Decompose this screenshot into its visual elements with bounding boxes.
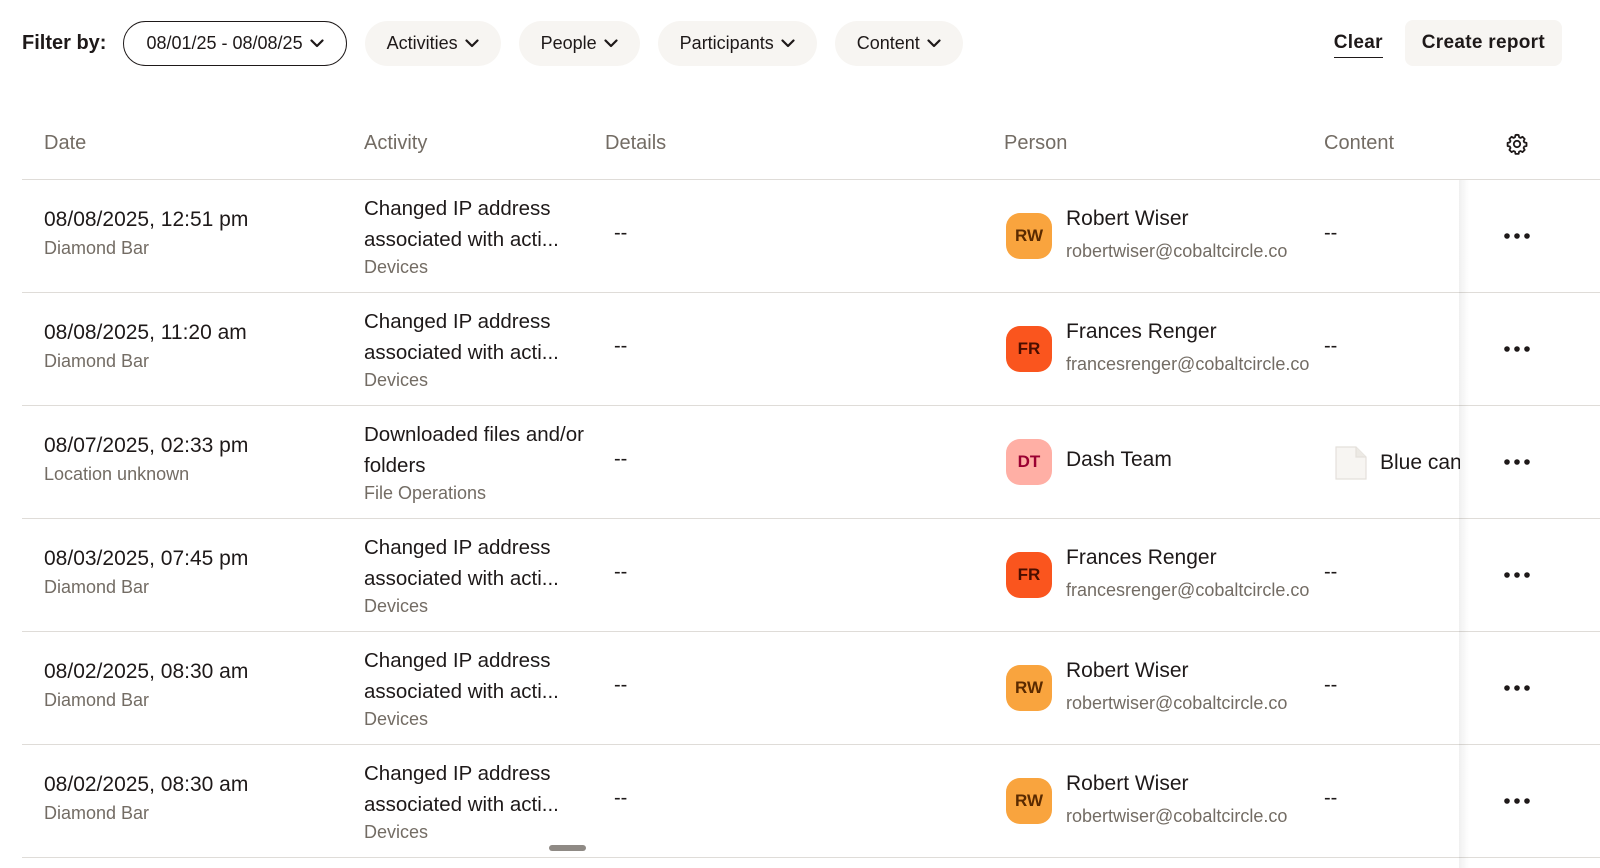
chevron-down-icon — [781, 36, 795, 50]
column-header-person[interactable]: Person — [1004, 132, 1067, 155]
row-details: -- — [614, 335, 628, 357]
column-header-details[interactable]: Details — [605, 132, 666, 155]
row-details: -- — [614, 674, 628, 696]
date-range-label: 08/01/25 - 08/08/25 — [146, 32, 303, 53]
file-icon — [1334, 445, 1368, 481]
more-options-icon[interactable] — [1502, 789, 1532, 813]
avatar: RW — [1006, 213, 1052, 259]
table-header: Date Activity Details Person Content — [22, 106, 1600, 180]
row-activity-category: Devices — [364, 596, 429, 616]
row-activity: Changed IP address associated with acti.… — [364, 197, 559, 251]
more-options-icon[interactable] — [1502, 676, 1532, 700]
person-name[interactable]: Frances Renger — [1066, 320, 1217, 344]
row-activity-category: Devices — [364, 709, 429, 729]
person-email: robertwiser@cobaltcircle.co — [1066, 693, 1288, 713]
row-date: 08/03/2025, 07:45 pm — [44, 547, 249, 570]
row-activity: Changed IP address associated with acti.… — [364, 762, 559, 816]
avatar: FR — [1006, 326, 1052, 372]
participants-filter-label: Participants — [679, 32, 774, 53]
person-email: francesrenger@cobaltcircle.co — [1066, 580, 1310, 600]
more-options-icon[interactable] — [1502, 337, 1532, 361]
row-content: -- — [1324, 674, 1338, 696]
person-name[interactable]: Robert Wiser — [1066, 772, 1189, 796]
table-row[interactable]: 08/02/2025, 08:30 am Diamond Bar Changed… — [22, 745, 1600, 858]
content-file-link[interactable]: Blue can — [1334, 444, 1460, 482]
content-filter-label: Content — [856, 32, 920, 53]
avatar: RW — [1006, 778, 1052, 824]
participants-filter[interactable]: Participants — [657, 20, 817, 66]
person-name[interactable]: Robert Wiser — [1066, 659, 1189, 683]
table-row[interactable]: 08/08/2025, 12:51 pm Diamond Bar Changed… — [22, 180, 1600, 293]
row-activity-category: File Operations — [364, 483, 487, 503]
people-filter[interactable]: People — [518, 20, 640, 66]
activities-filter[interactable]: Activities — [364, 20, 501, 66]
person-name[interactable]: Frances Renger — [1066, 546, 1217, 570]
row-content: -- — [1324, 787, 1338, 809]
person-email: robertwiser@cobaltcircle.co — [1066, 241, 1288, 261]
people-filter-label: People — [540, 32, 597, 53]
row-activity-category: Devices — [364, 257, 429, 277]
row-content: -- — [1324, 561, 1338, 583]
row-details: -- — [614, 561, 628, 583]
scroll-handle[interactable] — [549, 845, 586, 851]
more-options-icon[interactable] — [1502, 563, 1532, 587]
row-activity: Changed IP address associated with acti.… — [364, 536, 559, 590]
row-location: Diamond Bar — [44, 351, 150, 371]
sticky-column-shadow — [1459, 180, 1469, 868]
avatar: DT — [1006, 439, 1052, 485]
row-location: Location unknown — [44, 464, 190, 484]
row-location: Diamond Bar — [44, 238, 150, 258]
column-header-activity[interactable]: Activity — [364, 132, 427, 155]
table-row[interactable]: 08/02/2025, 08:30 am Diamond Bar Changed… — [22, 632, 1600, 745]
row-date: 08/07/2025, 02:33 pm — [44, 434, 249, 457]
person-email: francesrenger@cobaltcircle.co — [1066, 354, 1310, 374]
row-location: Diamond Bar — [44, 577, 150, 597]
chevron-down-icon — [927, 36, 941, 50]
more-options-icon[interactable] — [1502, 450, 1532, 474]
row-details: -- — [614, 222, 628, 244]
row-location: Diamond Bar — [44, 803, 150, 823]
chevron-down-icon — [309, 36, 324, 50]
person-name[interactable]: Robert Wiser — [1066, 207, 1189, 231]
row-content: -- — [1324, 222, 1338, 244]
row-activity-category: Devices — [364, 370, 429, 390]
gear-icon[interactable] — [1505, 132, 1529, 156]
table-row[interactable]: 08/03/2025, 07:45 pm Diamond Bar Changed… — [22, 519, 1600, 632]
activity-table: Date Activity Details Person Content 08/… — [22, 106, 1600, 858]
row-details: -- — [614, 787, 628, 809]
date-range-filter[interactable]: 08/01/25 - 08/08/25 — [123, 20, 347, 66]
row-date: 08/02/2025, 08:30 am — [44, 660, 249, 683]
row-activity-category: Devices — [364, 822, 429, 842]
row-date: 08/02/2025, 08:30 am — [44, 773, 249, 796]
table-row[interactable]: 08/08/2025, 11:20 am Diamond Bar Changed… — [22, 293, 1600, 406]
activities-filter-label: Activities — [386, 32, 458, 53]
content-file-name: Blue can — [1380, 451, 1460, 474]
row-activity: Downloaded files and/or folders — [364, 423, 584, 477]
more-options-icon[interactable] — [1502, 224, 1532, 248]
row-date: 08/08/2025, 11:20 am — [44, 321, 247, 344]
avatar: FR — [1006, 552, 1052, 598]
row-activity: Changed IP address associated with acti.… — [364, 310, 559, 364]
column-header-date[interactable]: Date — [44, 132, 86, 155]
person-name[interactable]: Dash Team — [1066, 448, 1172, 472]
filter-bar: Filter by: 08/01/25 - 08/08/25 Activitie… — [22, 20, 1562, 66]
create-report-button[interactable]: Create report — [1404, 20, 1562, 66]
row-location: Diamond Bar — [44, 690, 150, 710]
column-header-content[interactable]: Content — [1324, 132, 1394, 155]
chevron-down-icon — [465, 36, 479, 50]
content-filter[interactable]: Content — [834, 20, 963, 66]
row-date: 08/08/2025, 12:51 pm — [44, 208, 249, 231]
chevron-down-icon — [604, 36, 618, 50]
row-content: -- — [1324, 335, 1338, 357]
table-row[interactable]: 08/07/2025, 02:33 pm Location unknown Do… — [22, 406, 1600, 519]
row-activity: Changed IP address associated with acti.… — [364, 649, 559, 703]
row-details: -- — [614, 448, 628, 470]
clear-filters-link[interactable]: Clear — [1333, 32, 1383, 58]
filter-label: Filter by: — [22, 31, 107, 54]
avatar: RW — [1006, 665, 1052, 711]
person-email: robertwiser@cobaltcircle.co — [1066, 806, 1288, 826]
